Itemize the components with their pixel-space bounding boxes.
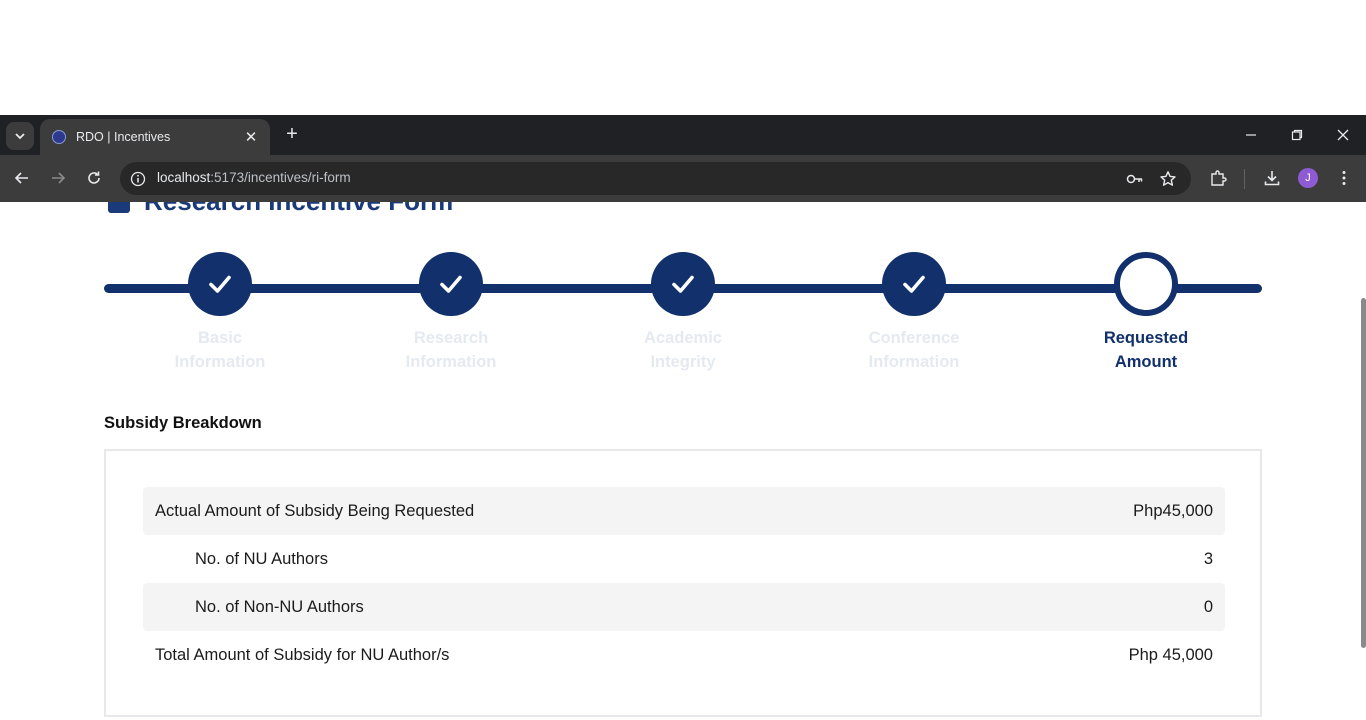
close-tab-icon[interactable]: ✕	[242, 128, 260, 146]
bookmark-star-icon[interactable]	[1158, 169, 1178, 189]
step-research-information[interactable]: Research Information	[371, 252, 531, 374]
subsidy-row-total: Total Amount of Subsidy for NU Author/s …	[143, 631, 1225, 679]
step-label: Academic Integrity	[644, 326, 722, 374]
url-text[interactable]: localhost:5173/incentives/ri-form	[157, 170, 351, 185]
tab-search-button[interactable]	[6, 122, 34, 150]
minimize-window-button[interactable]	[1228, 115, 1274, 155]
back-button[interactable]	[10, 166, 34, 190]
step-label-line2: Integrity	[650, 353, 716, 371]
toolbar-separator	[1244, 169, 1245, 189]
form-icon	[108, 202, 130, 213]
step-requested-amount[interactable]: Requested Amount	[1066, 252, 1226, 374]
subsidy-row-nu-authors: No. of NU Authors 3	[143, 535, 1225, 583]
restore-window-button[interactable]	[1274, 115, 1320, 155]
subsidy-row-label: No. of Non-NU Authors	[195, 597, 364, 616]
subsidy-row-non-nu-authors: No. of Non-NU Authors 0	[143, 583, 1225, 631]
subsidy-row-label: No. of NU Authors	[195, 549, 328, 568]
step-label: Requested Amount	[1104, 326, 1188, 374]
step-label-line1: Basic	[197, 329, 243, 347]
reload-button[interactable]	[82, 166, 106, 190]
subsidy-row-value: 3	[1203, 549, 1213, 568]
profile-avatar[interactable]: J	[1298, 168, 1318, 188]
url-path: :5173/incentives/ri-form	[210, 170, 351, 185]
subsidy-row-value: 0	[1203, 597, 1213, 616]
url-host: localhost	[157, 170, 211, 185]
browser-toolbar: localhost:5173/incentives/ri-form	[0, 155, 1366, 202]
checkmark-icon	[209, 275, 231, 293]
subsidy-row-value: Php 45,000	[1128, 645, 1213, 664]
more-menu-icon[interactable]	[1333, 167, 1355, 189]
tab-title: RDO | Incentives	[76, 130, 171, 144]
desktop-blank-area	[0, 0, 1366, 115]
checkmark-icon	[672, 275, 694, 293]
step-label-line1: Research	[413, 329, 489, 347]
arrow-right-icon	[52, 172, 66, 184]
step-label-line1: Conference	[868, 329, 960, 347]
address-bar[interactable]: localhost:5173/incentives/ri-form	[120, 162, 1191, 195]
close-icon	[1337, 129, 1349, 141]
subsidy-row-value: Php45,000	[1133, 501, 1213, 520]
step-circle-current	[1114, 252, 1178, 316]
step-label-line1: Academic	[644, 329, 722, 347]
step-basic-information[interactable]: Basic Information	[140, 252, 300, 374]
restore-icon	[1291, 129, 1303, 141]
step-circle-completed	[882, 252, 946, 316]
page-title: Research Incentive Form	[108, 202, 453, 217]
step-label-line2: Information	[868, 353, 960, 371]
minimize-icon	[1246, 134, 1256, 136]
step-circle-completed	[188, 252, 252, 316]
page-scrollbar[interactable]	[1361, 298, 1366, 648]
reload-icon	[88, 171, 100, 184]
extensions-puzzle-icon[interactable]	[1207, 167, 1229, 189]
step-label-line1: Requested	[1103, 329, 1189, 347]
page-viewport: Research Incentive Form Basic Information…	[0, 202, 1366, 720]
downloads-icon[interactable]	[1261, 167, 1283, 189]
step-academic-integrity[interactable]: Academic Integrity	[603, 252, 763, 374]
step-label-line2: Amount	[1114, 353, 1178, 371]
browser-tab-bar: RDO | Incentives ✕ +	[0, 115, 1366, 155]
subsidy-row-label: Actual Amount of Subsidy Being Requested	[155, 501, 475, 520]
password-key-icon[interactable]	[1125, 169, 1145, 189]
arrow-left-icon	[14, 172, 28, 184]
checkmark-icon	[903, 275, 925, 293]
site-info-icon[interactable]	[129, 170, 146, 187]
close-window-button[interactable]	[1320, 115, 1366, 155]
checkmark-icon	[440, 275, 462, 293]
new-tab-button[interactable]: +	[282, 123, 302, 145]
subsidy-breakdown-card: Actual Amount of Subsidy Being Requested…	[104, 449, 1262, 717]
subsidy-row-requested: Actual Amount of Subsidy Being Requested…	[143, 487, 1225, 535]
page-title-text: Research Incentive Form	[144, 202, 453, 217]
step-label-line2: Information	[174, 353, 266, 371]
step-label-line2: Information	[405, 353, 497, 371]
subsidy-row-label: Total Amount of Subsidy for NU Author/s	[155, 645, 450, 664]
step-circle-completed	[419, 252, 483, 316]
step-label: Research Information	[406, 326, 497, 374]
chevron-down-icon	[15, 133, 25, 140]
browser-tab-active[interactable]: RDO | Incentives ✕	[40, 119, 270, 155]
step-label: Basic Information	[175, 326, 266, 374]
step-circle-completed	[651, 252, 715, 316]
step-label: Conference Information	[869, 326, 960, 374]
forward-button[interactable]	[46, 166, 70, 190]
step-conference-information[interactable]: Conference Information	[834, 252, 994, 374]
site-favicon-icon	[52, 130, 66, 144]
subsidy-breakdown-heading: Subsidy Breakdown	[104, 414, 262, 432]
